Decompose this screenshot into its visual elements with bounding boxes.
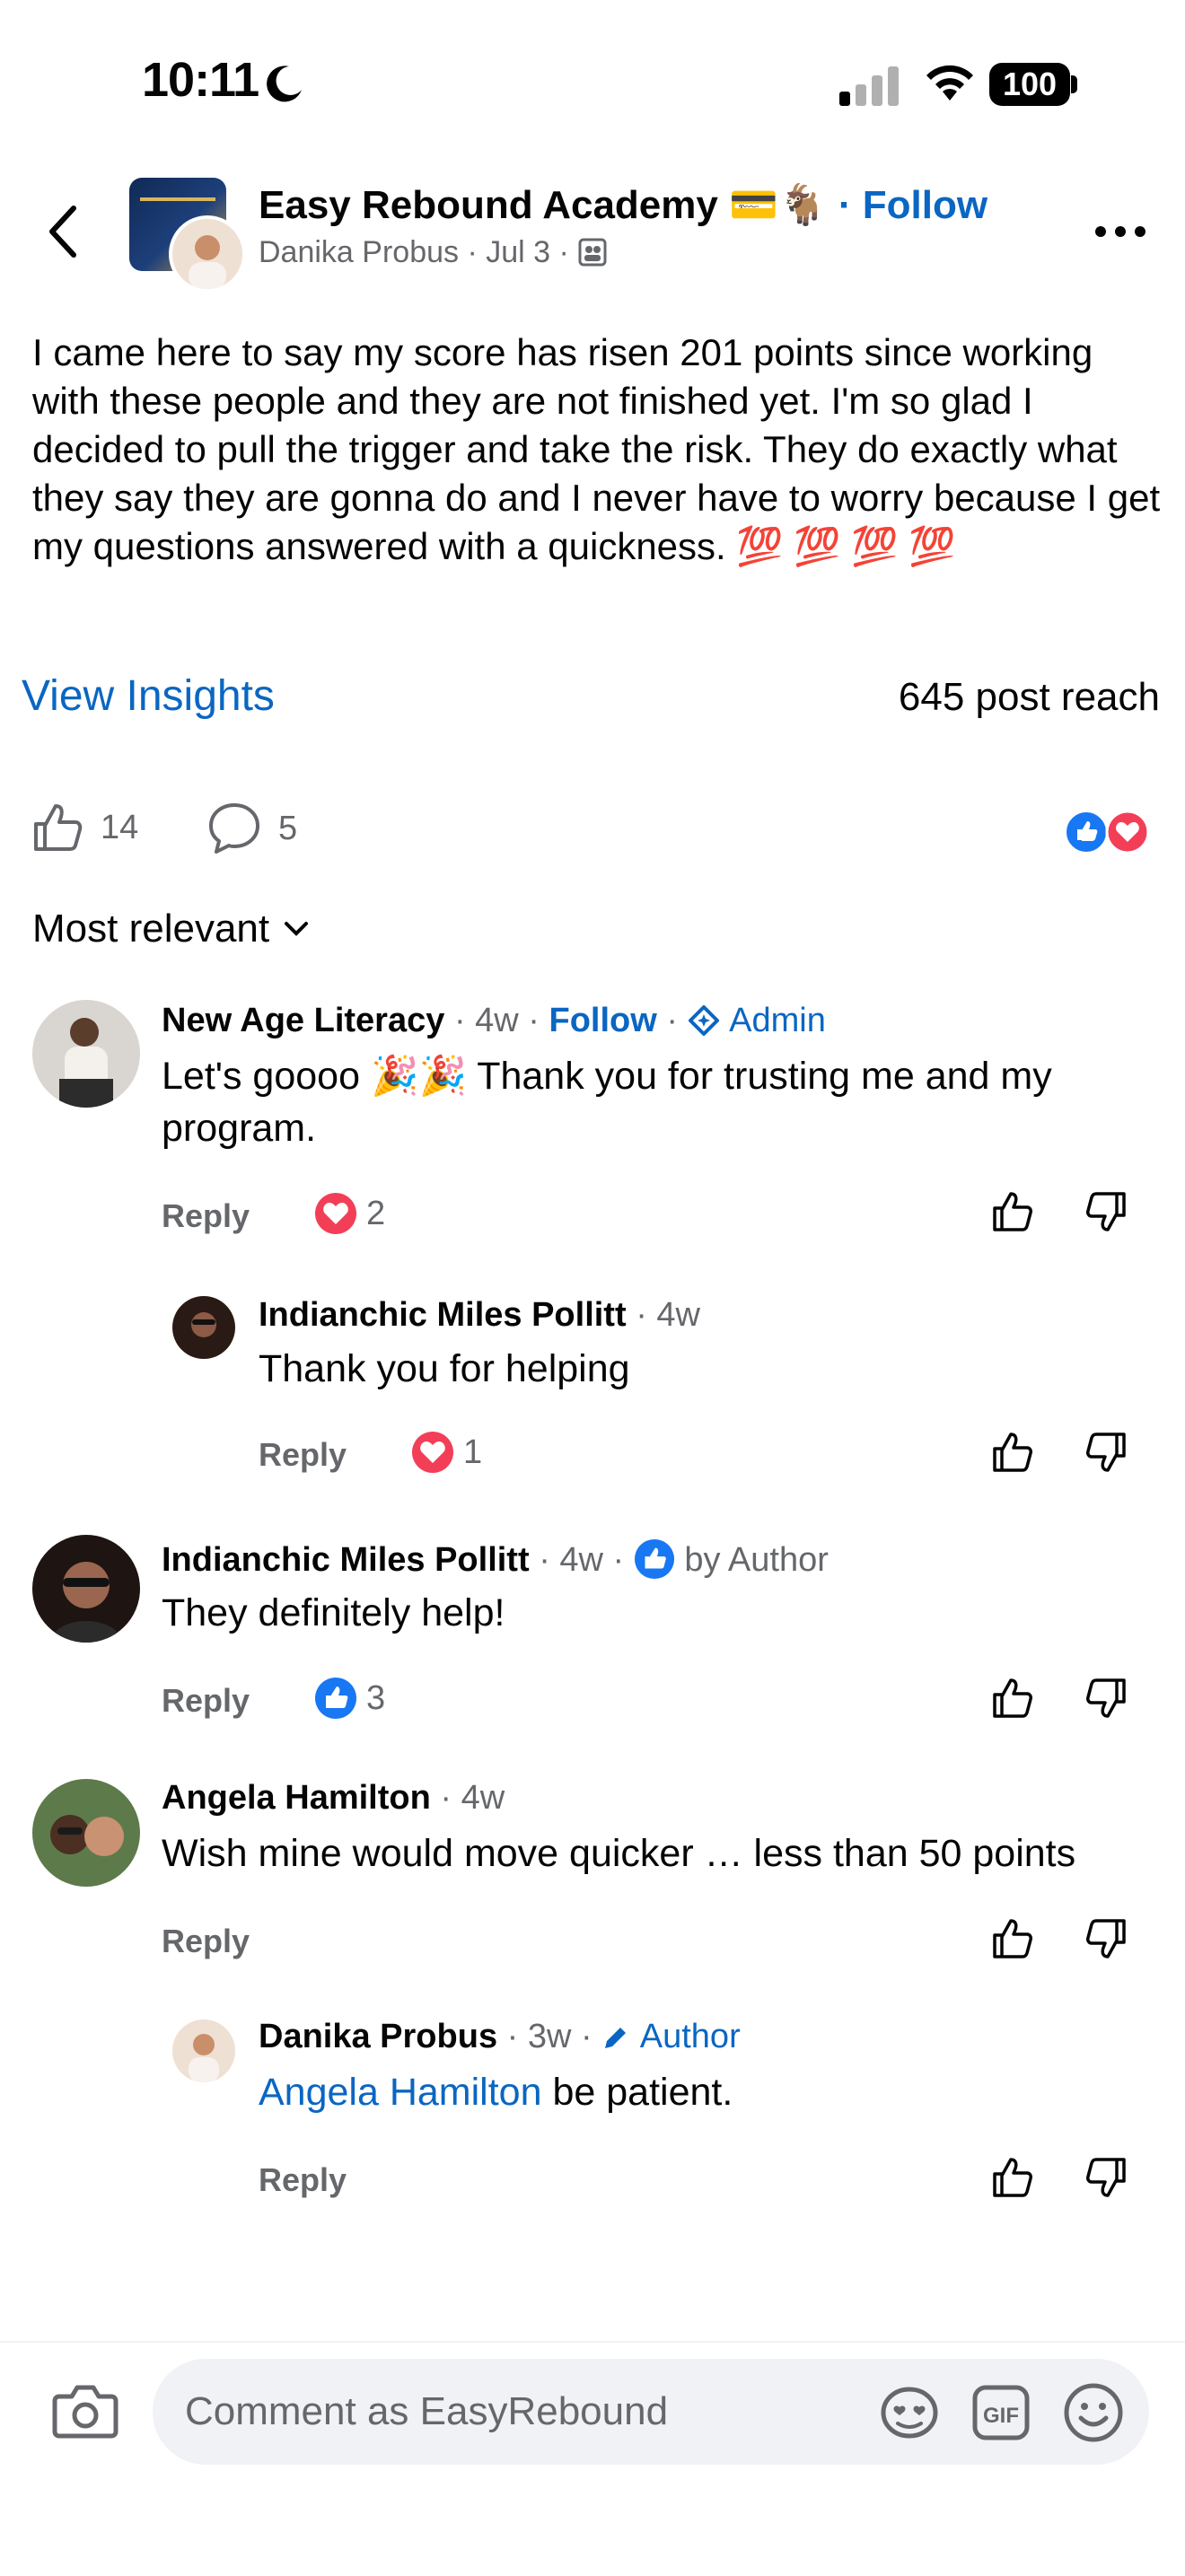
audience-icon bbox=[578, 238, 607, 267]
svg-text:GIF: GIF bbox=[983, 2404, 1019, 2428]
thumbs-down-icon[interactable] bbox=[1084, 1190, 1128, 1233]
reply-button[interactable]: Reply bbox=[162, 1682, 250, 1720]
post-meta: Danika Probus · Jul 3 · bbox=[259, 235, 608, 270]
comment-text: They definitely help! bbox=[162, 1591, 505, 1634]
comment-time: · 4w · bbox=[453, 1002, 540, 1039]
commenter-avatar[interactable] bbox=[32, 1535, 140, 1643]
comment-sort-dropdown[interactable]: Most relevant bbox=[32, 907, 309, 951]
comment-text: Angela Hamilton be patient. bbox=[259, 2066, 1156, 2118]
status-time: 10:11 bbox=[142, 53, 259, 107]
comment-author-line: Indianchic Miles Pollitt · 4w bbox=[259, 1296, 700, 1335]
comment-time: · 4w bbox=[440, 1779, 505, 1817]
reaction-count: 1 bbox=[463, 1433, 483, 1471]
comment-author-line: Danika Probus · 3w · Author bbox=[259, 2018, 741, 2056]
comment-reaction-count[interactable]: 2 bbox=[314, 1192, 385, 1235]
reply-button[interactable]: Reply bbox=[259, 1436, 347, 1474]
post-author[interactable]: Danika Probus bbox=[259, 235, 459, 269]
thumbs-up-icon[interactable] bbox=[991, 1431, 1034, 1474]
thumbs-up-icon[interactable] bbox=[991, 2156, 1034, 2199]
comment-action[interactable]: 5 bbox=[206, 801, 297, 856]
pencil-icon bbox=[605, 2028, 627, 2048]
comment-bubble-icon bbox=[209, 803, 259, 854]
thumbs-up-icon[interactable] bbox=[991, 1677, 1034, 1720]
comment-author-name[interactable]: Indianchic Miles Pollitt bbox=[259, 1296, 627, 1334]
comment-time: · 3w · bbox=[506, 2018, 592, 2055]
comment-vote-buttons bbox=[991, 1431, 1128, 1474]
comment-reaction-count[interactable]: 1 bbox=[411, 1431, 482, 1474]
reaction-summary-icons[interactable] bbox=[1065, 810, 1154, 854]
post-reach: 645 post reach bbox=[898, 675, 1160, 719]
thumbs-down-icon[interactable] bbox=[1084, 1431, 1128, 1474]
thumbs-up-outline-icon bbox=[34, 804, 83, 851]
post-date: · Jul 3 · bbox=[467, 235, 569, 269]
like-reaction-badge-icon bbox=[634, 1538, 674, 1580]
comment-author-line: New Age Literacy · 4w · Follow · Admin bbox=[162, 1002, 826, 1040]
thumbs-up-icon[interactable] bbox=[991, 1917, 1034, 1960]
back-arrow-icon[interactable] bbox=[45, 205, 81, 258]
commenter-avatar[interactable] bbox=[172, 2020, 235, 2082]
gif-icon[interactable]: GIF bbox=[971, 2384, 1031, 2441]
comment-time: · 4w bbox=[636, 1296, 700, 1334]
reaction-count: 3 bbox=[366, 1678, 386, 1717]
comment-vote-buttons bbox=[991, 1677, 1128, 1720]
moon-icon bbox=[267, 66, 302, 102]
author-avatar[interactable] bbox=[169, 215, 246, 293]
comment-author-name[interactable]: New Age Literacy bbox=[162, 1002, 444, 1039]
admin-badge-icon bbox=[688, 1005, 719, 1036]
separator-dot: · bbox=[666, 1002, 679, 1039]
wifi-icon bbox=[926, 65, 973, 101]
comment-reaction-count[interactable]: 3 bbox=[314, 1677, 385, 1720]
comment-time: · 4w · bbox=[539, 1541, 625, 1579]
comment-author-line: Indianchic Miles Pollitt · 4w · by Autho… bbox=[162, 1538, 829, 1580]
battery-tip bbox=[1071, 75, 1077, 93]
admin-badge: Admin bbox=[729, 1002, 826, 1039]
thumbs-up-icon[interactable] bbox=[991, 1190, 1034, 1233]
comment-text: Thank you for helping bbox=[259, 1347, 630, 1390]
comment-text: Let's goooo 🎉🎉 Thank you for trusting me… bbox=[162, 1055, 1052, 1150]
comment-vote-buttons bbox=[991, 1190, 1128, 1233]
camera-icon[interactable] bbox=[52, 2382, 118, 2440]
commenter-avatar[interactable] bbox=[172, 1296, 235, 1359]
group-name-text[interactable]: Easy Rebound Academy 💳🐐 bbox=[259, 183, 828, 227]
like-action[interactable]: 14 bbox=[31, 801, 138, 854]
commenter-avatar[interactable] bbox=[32, 1779, 140, 1887]
author-badge: Author bbox=[639, 2018, 741, 2055]
battery-indicator: 100 bbox=[989, 63, 1070, 106]
avatar-sticker-icon[interactable] bbox=[878, 2384, 941, 2441]
more-options-icon[interactable] bbox=[1093, 224, 1147, 239]
post-body-text: I came here to say my score has risen 20… bbox=[32, 331, 1161, 567]
liked-by-author-label: by Author bbox=[684, 1541, 829, 1579]
sort-label: Most relevant bbox=[32, 907, 270, 951]
comment-author-name[interactable]: Angela Hamilton bbox=[162, 1779, 431, 1817]
chevron-down-icon bbox=[285, 922, 309, 936]
comment-author-name[interactable]: Indianchic Miles Pollitt bbox=[162, 1541, 530, 1579]
mention-link[interactable]: Angela Hamilton bbox=[259, 2071, 542, 2114]
group-name[interactable]: Easy Rebound Academy 💳🐐 · Follow bbox=[259, 181, 988, 228]
thumbs-down-icon[interactable] bbox=[1084, 1917, 1128, 1960]
reply-button[interactable]: Reply bbox=[259, 2161, 347, 2199]
reaction-count: 2 bbox=[366, 1194, 386, 1232]
commenter-avatar[interactable] bbox=[32, 1000, 140, 1108]
comment-author-line: Angela Hamilton · 4w bbox=[162, 1779, 505, 1818]
thumbs-down-icon[interactable] bbox=[1084, 1677, 1128, 1720]
comment-text-body: be patient. bbox=[541, 2071, 733, 2114]
emoji-icon[interactable] bbox=[1063, 2382, 1124, 2443]
reply-button[interactable]: Reply bbox=[162, 1923, 250, 1960]
like-count: 14 bbox=[101, 808, 139, 846]
love-reaction-icon bbox=[412, 1432, 453, 1473]
comment-count: 5 bbox=[278, 809, 298, 847]
cellular-signal-icon bbox=[839, 66, 899, 106]
thumbs-down-icon[interactable] bbox=[1084, 2156, 1128, 2199]
comment-text: Wish mine would move quicker … less than… bbox=[162, 1832, 1076, 1875]
love-reaction-icon bbox=[315, 1193, 356, 1234]
reply-button[interactable]: Reply bbox=[162, 1197, 250, 1235]
comment-vote-buttons bbox=[991, 1917, 1128, 1960]
comment-author-name[interactable]: Danika Probus bbox=[259, 2018, 497, 2055]
comment-vote-buttons bbox=[991, 2156, 1128, 2199]
view-insights-link[interactable]: View Insights bbox=[22, 671, 275, 721]
like-reaction-icon bbox=[315, 1678, 356, 1719]
follow-group-button[interactable]: · Follow bbox=[838, 183, 988, 227]
follow-commenter-button[interactable]: Follow bbox=[549, 1002, 657, 1039]
